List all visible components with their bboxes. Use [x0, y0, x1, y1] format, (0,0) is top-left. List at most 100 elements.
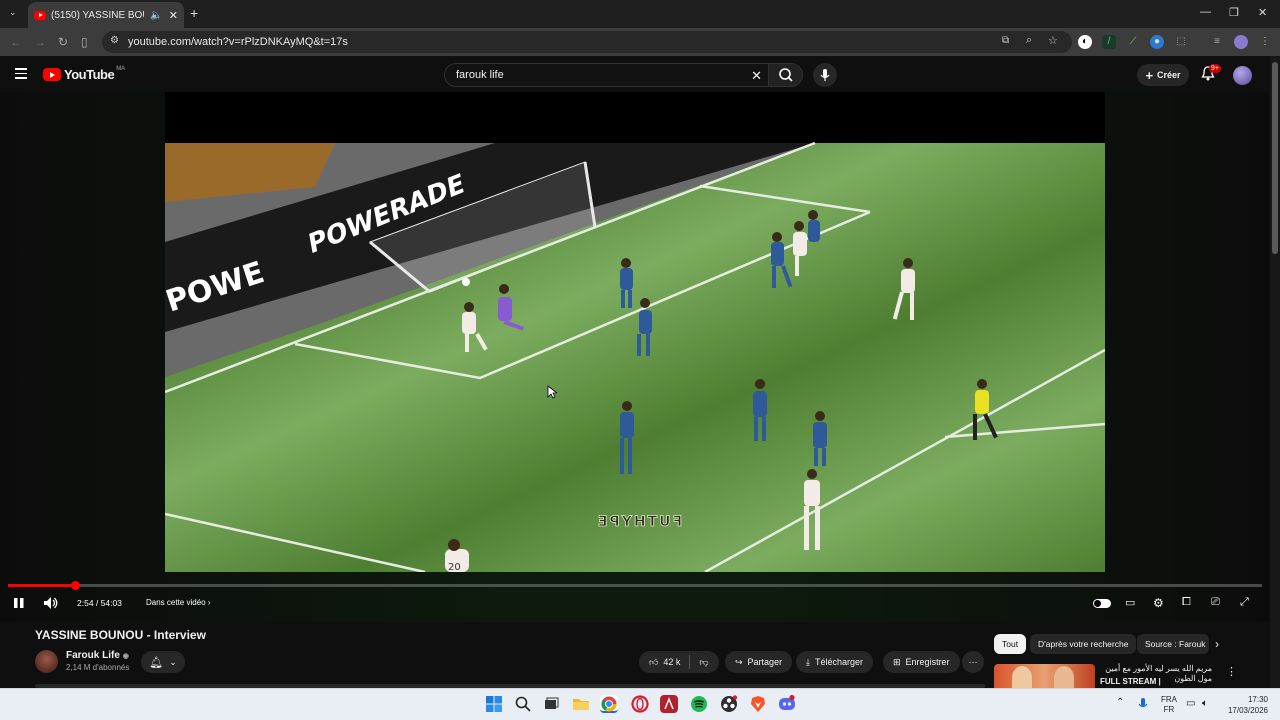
chip-all[interactable]: Tout	[994, 634, 1027, 654]
chevron-right-icon: ›	[207, 598, 211, 607]
chip-related-search[interactable]: D'après votre recherche	[1030, 634, 1137, 654]
input-language[interactable]: FRA FR	[1161, 695, 1177, 715]
file-explorer-icon[interactable]	[572, 695, 590, 713]
pause-icon[interactable]	[13, 597, 25, 609]
channel-name[interactable]: Farouk Life ◉	[66, 650, 129, 661]
task-view-icon[interactable]	[542, 695, 560, 713]
dislike-icon[interactable]: 👎︎	[699, 657, 708, 668]
extensions-puzzle-icon[interactable]: ⬚	[1174, 35, 1188, 49]
clock-date: 17/03/2026	[1227, 706, 1268, 715]
system-clock[interactable]: 17:30 17/03/2026	[1226, 694, 1268, 716]
chapter-button[interactable]: Dans cette vidéo ›	[146, 598, 211, 607]
browser-menu-icon[interactable]: ⋮	[1258, 35, 1272, 49]
spotify-icon[interactable]	[690, 695, 708, 713]
like-icon[interactable]: 👍︎	[649, 657, 658, 668]
window-close-icon[interactable]: ✕	[1258, 6, 1267, 19]
brave-icon[interactable]	[749, 695, 767, 713]
install-app-icon[interactable]: ⧉	[1002, 35, 1009, 46]
like-count[interactable]: 42 k	[663, 657, 680, 667]
create-label: Créer	[1157, 70, 1181, 80]
like-dislike-group: 👍︎ 42 k 👎︎	[639, 651, 719, 673]
back-icon[interactable]: ←	[10, 35, 22, 49]
recommendation-thumbnail[interactable]	[994, 664, 1095, 688]
volume-tray-icon[interactable]: 🔈︎	[1202, 698, 1208, 709]
channel-avatar[interactable]	[35, 650, 58, 673]
site-info-icon[interactable]: ⚙	[110, 35, 119, 46]
progress-bar[interactable]	[8, 581, 1262, 590]
save-button[interactable]: ⊞ Enregistrer	[883, 651, 960, 673]
save-icon: ⊞	[893, 656, 901, 667]
time-current: 2:54	[77, 598, 94, 608]
voice-search-button[interactable]	[813, 63, 837, 87]
reload-icon[interactable]: ↻	[58, 35, 68, 49]
subscription-bell-button[interactable]: 🔔︎ ⌄	[141, 651, 185, 673]
scrollbar-thumb[interactable]	[1272, 62, 1278, 254]
tab-search-icon[interactable]: ⌄	[9, 7, 17, 18]
recommendation-subtitle[interactable]: FULL STREAM |	[1100, 677, 1161, 686]
obs-icon[interactable]	[720, 695, 738, 713]
tray-microphone-icon[interactable]	[1136, 697, 1154, 715]
account-avatar[interactable]	[1233, 66, 1252, 85]
channel-name-text: Farouk Life	[66, 650, 120, 661]
bell-icon: 🔔︎	[149, 656, 164, 669]
zoom-icon[interactable]: ⌕	[1026, 34, 1032, 47]
volume-icon[interactable]	[43, 596, 59, 610]
display-icon[interactable]: ▭	[1186, 698, 1195, 709]
search-input[interactable]: farouk life ✕	[444, 63, 769, 87]
subtitles-icon[interactable]: ▭	[1125, 596, 1135, 609]
side-panel-icon[interactable]: ▯	[81, 35, 88, 49]
address-bar[interactable]: ⚙ youtube.com/watch?v=rPlzDNKAyMQ&t=17s …	[102, 31, 1072, 53]
ball	[462, 278, 470, 286]
youtube-header: YouTube MA farouk life ✕ + Créer 9+	[0, 56, 1280, 92]
search-query: farouk life	[456, 69, 504, 81]
reading-list-icon[interactable]: ≡	[1210, 35, 1224, 49]
share-button[interactable]: ↪ Partager	[725, 651, 793, 673]
chrome-icon	[601, 696, 617, 712]
chips-next-icon[interactable]: ›	[1215, 637, 1219, 651]
chapter-label: Dans cette vidéo	[146, 598, 206, 607]
video-frame[interactable]: POWERADE POWE 20 FUTHYPE	[165, 92, 1105, 572]
tab-audio-icon[interactable]: 🔈	[150, 10, 162, 21]
clear-search-icon[interactable]: ✕	[751, 68, 762, 84]
tab-close-icon[interactable]: ✕	[169, 9, 178, 22]
create-button[interactable]: + Créer	[1137, 64, 1189, 86]
restore-icon[interactable]: ❐	[1229, 6, 1239, 19]
windows-start-icon[interactable]	[485, 695, 503, 713]
minimize-icon[interactable]: —	[1200, 6, 1211, 18]
miniplayer-icon[interactable]: ⧠	[1182, 596, 1191, 609]
youtube-favicon-icon	[34, 10, 46, 20]
recommendation-menu-icon[interactable]: ⋮	[1226, 665, 1237, 678]
notification-badge: 9+	[1209, 64, 1221, 73]
chrome-taskbar-button[interactable]	[600, 695, 618, 713]
search-button[interactable]	[768, 63, 803, 87]
video-player[interactable]: POWERADE POWE 20 FUTHYPE	[0, 92, 1270, 622]
extension-4-icon[interactable]: ●	[1150, 35, 1164, 49]
extension-2-icon[interactable]: /	[1102, 35, 1116, 49]
hamburger-menu-icon[interactable]	[15, 68, 27, 82]
browser-tab-active[interactable]: (5150) YASSINE BOUNOU - 🔈 ✕	[28, 2, 184, 28]
new-tab-icon[interactable]: +	[190, 5, 198, 21]
download-button[interactable]: ⤓ Télécharger	[796, 651, 874, 673]
acrobat-icon[interactable]	[660, 695, 678, 713]
video-title: YASSINE BOUNOU - Interview	[35, 628, 206, 642]
more-actions-button[interactable]: ⋯	[962, 651, 984, 673]
discord-icon[interactable]	[778, 695, 796, 713]
player-shirt-number: 20	[448, 562, 461, 572]
search-icon[interactable]	[514, 695, 532, 713]
youtube-logo[interactable]: YouTube MA	[43, 66, 125, 82]
tray-expand-icon[interactable]: ⌃	[1116, 697, 1124, 708]
extension-3-icon[interactable]: ⟋	[1126, 35, 1140, 49]
fullscreen-icon[interactable]: ⤢	[1240, 596, 1249, 609]
verified-badge-icon: ◉	[122, 653, 129, 660]
extension-1-icon[interactable]: ◐	[1078, 35, 1092, 49]
microphone-icon	[820, 69, 830, 81]
opera-icon[interactable]	[631, 695, 649, 713]
cast-icon[interactable]: ⎚	[1211, 596, 1220, 609]
forward-icon[interactable]: →	[34, 35, 46, 49]
settings-gear-icon[interactable]: ⚙	[1153, 596, 1164, 610]
autoplay-toggle[interactable]	[1093, 599, 1111, 608]
profile-icon[interactable]	[1234, 35, 1248, 49]
language-primary: FRA	[1161, 695, 1177, 704]
bookmark-star-icon[interactable]: ☆	[1048, 34, 1058, 47]
chip-source[interactable]: Source : Farouk	[1137, 634, 1209, 654]
